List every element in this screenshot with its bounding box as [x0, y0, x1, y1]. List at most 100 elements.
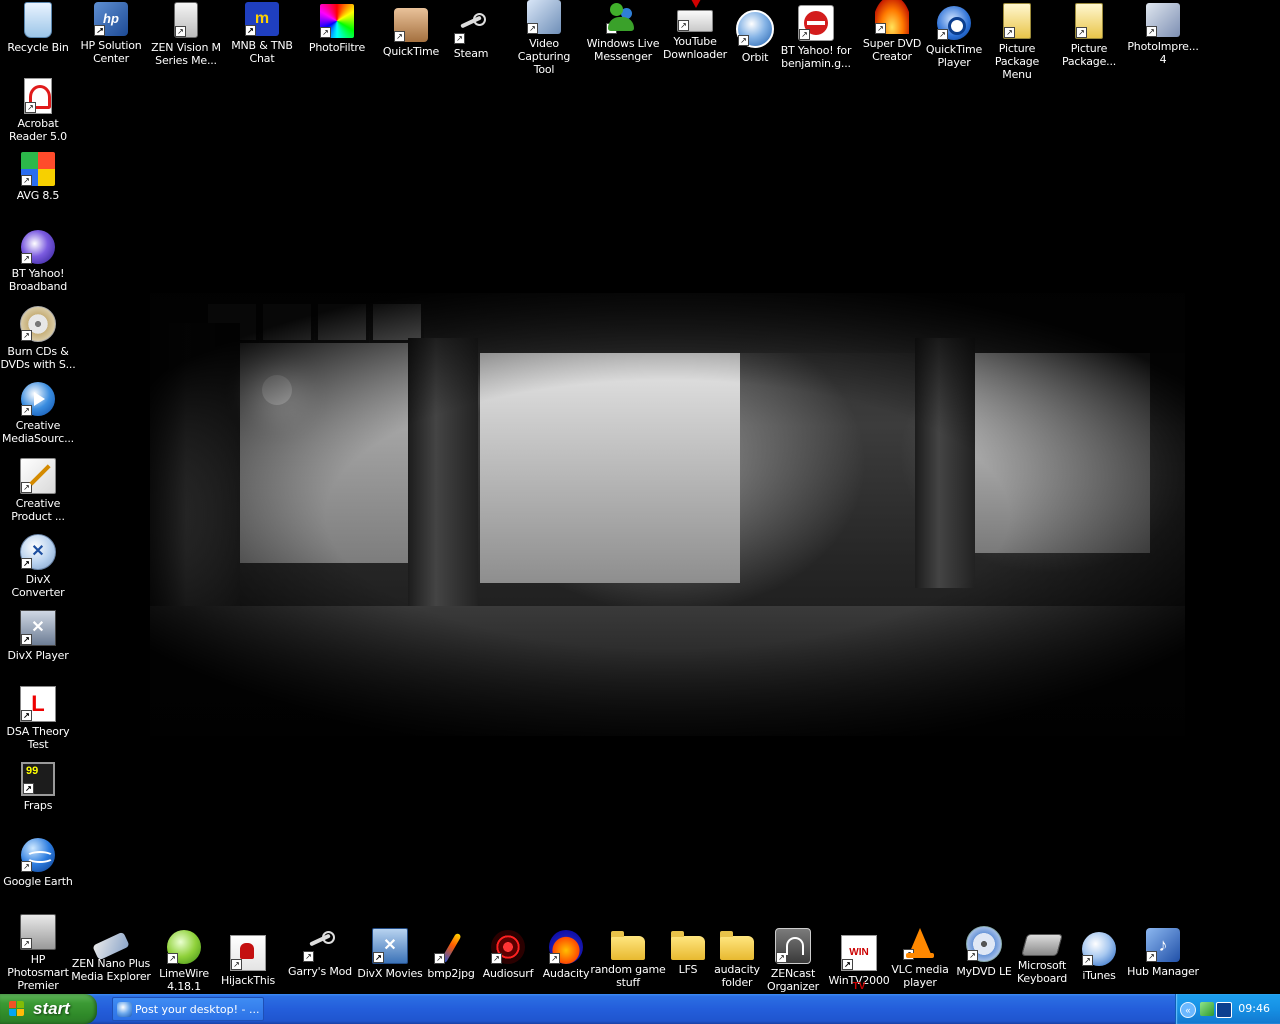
messenger-icon: ↗ [606, 0, 640, 34]
photofiltre-icon: ↗ [320, 4, 354, 38]
desktop-icon-hijackthis[interactable]: ↗ HijackThis [210, 935, 286, 987]
icon-label: Picture Package Menu [994, 42, 1040, 81]
icon-label: Creative Product ... [11, 497, 65, 523]
folder-icon [720, 931, 754, 960]
avg-icon: ↗ [21, 152, 55, 186]
tray-expand-chevron-icon[interactable]: « [1180, 1002, 1196, 1018]
desktop-icon-picture-package[interactable]: ↗ Picture Package... [1051, 3, 1127, 68]
start-button[interactable]: start [0, 994, 97, 1024]
app-tray-icon[interactable] [1216, 1002, 1232, 1018]
desktop-icon-mnb-tnb-chat[interactable]: m ↗ MNB & TNB Chat [224, 2, 300, 65]
audiosurf-icon: ↗ [491, 930, 525, 964]
creative-product-icon: ↗ [20, 458, 56, 494]
icon-label: PhotoFiltre [308, 41, 366, 54]
icon-label: Windows Live Messenger [586, 37, 660, 63]
recycle-bin-icon [24, 2, 52, 38]
hijackthis-icon: ↗ [230, 935, 266, 971]
folder-icon [611, 931, 645, 960]
do-not-enter-icon: ↗ [798, 5, 834, 41]
icon-label: Picture Package... [1061, 42, 1117, 68]
icon-label: BT Yahoo! Broadband [8, 267, 68, 293]
hp-icon: hp ↗ [94, 2, 128, 36]
desktop-icon-acrobat-reader[interactable]: ↗ Acrobat Reader 5.0 [0, 78, 76, 143]
desktop-icon-photoimpression[interactable]: ↗ PhotoImpre... 4 [1125, 3, 1201, 66]
tray-clock[interactable]: 09:46 [1238, 994, 1270, 1024]
desktop-icon-hub-manager[interactable]: ♪ ↗ Hub Manager [1125, 928, 1201, 978]
browser-window-icon [117, 1002, 132, 1017]
icon-label: PhotoImpre... 4 [1127, 40, 1199, 66]
photosmart-icon: ↗ [20, 914, 56, 950]
limewire-icon: ↗ [167, 930, 201, 964]
icon-label: DivX Converter [11, 573, 65, 599]
desktop-icon-zencast-organizer[interactable]: ↗ ZENcast Organizer [755, 928, 831, 993]
zen-player-icon: ↗ [174, 2, 198, 38]
desktop-icon-creative-mediasource[interactable]: ↗ Creative MediaSourc... [0, 382, 76, 445]
network-tray-icon[interactable] [1200, 1002, 1214, 1016]
desktop-icon-garrys-mod[interactable]: ↗ Garry's Mod [282, 928, 358, 978]
acrobat-icon: ↗ [24, 78, 52, 114]
taskbar-window-button[interactable]: Post your desktop! - ... [112, 997, 264, 1021]
desktop[interactable]: Recycle Bin hp ↗ HP Solution Center ↗ ZEN… [0, 0, 1280, 994]
icon-label: Creative MediaSourc... [2, 419, 74, 445]
desktop-icon-video-capturing-tool[interactable]: ↗ Video Capturing Tool [506, 0, 582, 76]
icon-label: HP Solution Center [80, 39, 142, 65]
desktop-icon-burn-cds[interactable]: ↗ Burn CDs & DVDs with S... [0, 306, 76, 371]
audacity-icon: ↗ [549, 930, 583, 964]
desktop-icon-hp-solution-center[interactable]: hp ↗ HP Solution Center [73, 2, 149, 65]
desktop-icon-creative-product[interactable]: ↗ Creative Product ... [0, 458, 76, 523]
icon-label: Recycle Bin [7, 41, 69, 54]
desktop-icon-windows-live-messenger[interactable]: ↗ Windows Live Messenger [585, 0, 661, 63]
desktop-icon-picture-package-menu[interactable]: ↗ Picture Package Menu [979, 3, 1055, 81]
icon-label: Fraps [23, 799, 53, 812]
desktop-icon-avg[interactable]: ↗ AVG 8.5 [0, 152, 76, 202]
vlc-cone-icon: ↗ [903, 926, 937, 960]
cd-icon: ↗ [20, 306, 56, 342]
icon-label: AVG 8.5 [16, 189, 60, 202]
desktop-icon-recycle-bin[interactable]: Recycle Bin [0, 2, 76, 54]
icon-label: Google Earth [3, 875, 73, 888]
taskbar-window-title: Post your desktop! - ... [135, 1003, 260, 1016]
wallpaper-image [150, 293, 1185, 736]
desktop-icon-divx-player[interactable]: ✕ ↗ DivX Player [0, 610, 76, 662]
desktop-icon-bt-yahoo-benjamin[interactable]: ↗ BT Yahoo! for benjamin.g... [778, 5, 854, 70]
hub-manager-icon: ♪ ↗ [1146, 928, 1180, 962]
wallpaper-vignette [150, 293, 1185, 736]
desktop-icon-zen-vision[interactable]: ↗ ZEN Vision M Series Me... [148, 2, 224, 67]
icon-label: Hub Manager [1127, 965, 1199, 978]
icon-label: HijackThis [220, 974, 276, 987]
desktop-icon-fraps[interactable]: 99 ↗ Fraps [0, 762, 76, 812]
video-capture-icon: ↗ [527, 0, 561, 34]
desktop-icon-google-earth[interactable]: ↗ Google Earth [0, 838, 76, 888]
desktop-icon-dsa-theory-test[interactable]: L ↗ DSA Theory Test [0, 686, 76, 751]
learner-plate-icon: L ↗ [20, 686, 56, 722]
icon-label: Acrobat Reader 5.0 [9, 117, 67, 143]
box-icon: ↗ [394, 8, 428, 42]
icon-label: ZEN Vision M Series Me... [151, 41, 221, 67]
creative-media-icon: ↗ [21, 382, 55, 416]
windows-flag-icon [9, 1001, 26, 1017]
divx-movies-icon: ✕ ↗ [372, 928, 408, 964]
zencast-icon: ↗ [775, 928, 811, 964]
quicktime-icon: ↗ [937, 6, 971, 40]
icon-label: BT Yahoo! for benjamin.g... [780, 44, 852, 70]
icon-label: ZEN Nano Plus Media Explorer [71, 957, 151, 983]
divx-player-icon: ✕ ↗ [20, 610, 56, 646]
download-icon: ↗ [677, 0, 713, 32]
desktop-icon-bt-yahoo-broadband[interactable]: ↗ BT Yahoo! Broadband [0, 230, 76, 293]
desktop-icon-zen-nano-plus[interactable]: ZEN Nano Plus Media Explorer [68, 928, 154, 983]
desktop-icon-photofiltre[interactable]: ↗ PhotoFiltre [299, 4, 375, 54]
desktop-icon-divx-converter[interactable]: ✕ ↗ DivX Converter [0, 534, 76, 599]
picture-package-icon: ↗ [1075, 3, 1103, 39]
icon-label: DSA Theory Test [6, 725, 70, 751]
icon-label: Steam [453, 47, 489, 60]
divx-converter-icon: ✕ ↗ [20, 534, 56, 570]
steam-icon: ↗ [454, 10, 488, 44]
picture-package-icon: ↗ [1003, 3, 1031, 39]
desktop-icon-steam[interactable]: ↗ Steam [433, 10, 509, 60]
start-label: start [33, 999, 70, 1018]
dvd-icon: ↗ [966, 926, 1002, 962]
orbit-download-icon: ↗ [736, 10, 774, 48]
desktop-icon-hp-photosmart[interactable]: ↗ HP Photosmart Premier [0, 914, 76, 992]
icon-label: ZENcast Organizer [766, 967, 819, 993]
icon-label: DivX Player [7, 649, 69, 662]
